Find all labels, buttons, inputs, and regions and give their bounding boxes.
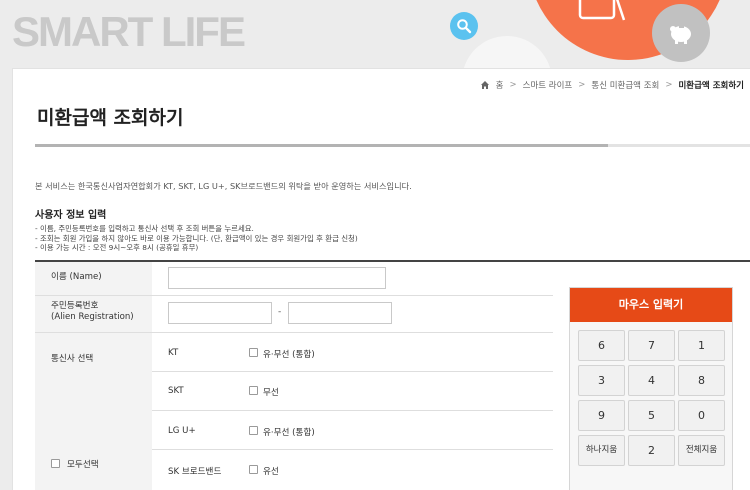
keypad-key[interactable]: 전체지움 (678, 435, 725, 466)
progress-fill (35, 144, 608, 147)
keypad-key[interactable]: 3 (578, 365, 625, 396)
note-line: - 이름, 주민등록번호를 입력하고 통신사 선택 후 조회 버튼을 누르세요. (35, 224, 254, 233)
breadcrumb-separator: > (578, 80, 586, 90)
keypad-key[interactable]: 6 (578, 330, 625, 361)
breadcrumb-separator: > (509, 80, 517, 90)
row-divider (152, 449, 553, 450)
page-title: 미환급액 조회하기 (37, 107, 184, 129)
keypad-key[interactable]: 5 (628, 400, 675, 431)
name-input[interactable] (168, 267, 386, 289)
kt-option-label[interactable]: 유·무선 (통합) (263, 348, 315, 360)
carrier-lgu: LG U+ (168, 426, 196, 436)
content-card: 홈 > 스마트 라이프 > 통신 미환급액 조회 > 미환급액 조회하기 미환급… (12, 68, 750, 490)
search-icon (457, 19, 472, 34)
sk-broadband-option-label[interactable]: 유선 (263, 465, 279, 477)
lgu-checkbox[interactable] (249, 426, 258, 435)
breadcrumb-refund-inquiry[interactable]: 통신 미환급액 조회 (591, 79, 659, 91)
usage-notes: - 이름, 주민등록번호를 입력하고 통신사 선택 후 조회 버튼을 누르세요.… (35, 224, 358, 253)
note-line: - 조회는 회원 가입을 하지 않아도 바로 이용 가능합니다. (단, 환급액… (35, 233, 358, 243)
note-line: - 이용 가능 시간 : 오전 9시~오후 8시 (공휴일 휴무) (35, 243, 199, 253)
rrn-front-input[interactable] (168, 302, 272, 324)
breadcrumb-current: 미환급액 조회하기 (678, 81, 744, 91)
service-intro: 본 서비스는 한국통신사업자연합회가 KT, SKT, LG U+, SK브로드… (35, 181, 412, 191)
keypad-key[interactable]: 7 (628, 330, 675, 361)
progress-track (35, 144, 750, 147)
lgu-option-label[interactable]: 유·무선 (통합) (263, 426, 315, 438)
sk-broadband-checkbox[interactable] (249, 465, 258, 474)
select-all-checkbox[interactable] (51, 459, 60, 468)
skt-option-label[interactable]: 무선 (263, 386, 279, 398)
rrn-back-input[interactable] (288, 302, 392, 324)
search-button[interactable] (450, 12, 478, 40)
rrn-label-sub: (Alien Registration) (51, 312, 134, 322)
keypad-key[interactable]: 0 (678, 400, 725, 431)
name-label: 이름 (Name) (51, 272, 102, 282)
keypad-key[interactable]: 하나지움 (578, 435, 625, 466)
piggy-bank-button[interactable] (652, 4, 710, 62)
carrier-sk-broadband: SK 브로드밴드 (168, 467, 222, 477)
select-all-label[interactable]: 모두선택 (67, 458, 99, 470)
brand-logo[interactable]: SMART LIFE (12, 8, 246, 56)
piggy-bank-icon (670, 26, 691, 44)
rrn-dash: - (278, 307, 282, 317)
row-divider (152, 410, 553, 411)
keypad-key[interactable]: 2 (628, 435, 675, 466)
row-divider (35, 295, 553, 296)
keypad-title: 마우스 입력기 (570, 288, 732, 322)
keypad-key[interactable]: 9 (578, 400, 625, 431)
tablet-icon (578, 0, 626, 21)
section-title: 사용자 정보 입력 (35, 210, 107, 221)
row-divider (35, 332, 553, 333)
breadcrumb-separator: > (665, 80, 673, 90)
skt-checkbox[interactable] (249, 386, 258, 395)
keypad-key[interactable]: 1 (678, 330, 725, 361)
home-icon[interactable] (480, 80, 490, 90)
decor-white-circle (462, 36, 552, 68)
row-divider (152, 371, 553, 372)
breadcrumb-home[interactable]: 홈 (496, 79, 504, 91)
form-label-column (35, 262, 152, 490)
header-banner: SMART LIFE (0, 0, 750, 68)
rrn-label: 주민등록번호 (Alien Registration) (51, 301, 134, 323)
keypad-key[interactable]: 4 (628, 365, 675, 396)
mouse-keypad: 마우스 입력기 6 7 1 3 4 8 9 5 0 하나지움 2 전체지움 (569, 287, 733, 490)
carrier-kt: KT (168, 348, 179, 358)
breadcrumb-smart-life[interactable]: 스마트 라이프 (523, 79, 573, 91)
keypad-key[interactable]: 8 (678, 365, 725, 396)
carrier-label: 통신사 선택 (51, 354, 94, 364)
rrn-label-main: 주민등록번호 (51, 301, 99, 311)
breadcrumb: 홈 > 스마트 라이프 > 통신 미환급액 조회 > 미환급액 조회하기 (480, 79, 744, 91)
carrier-skt: SKT (168, 386, 184, 396)
kt-checkbox[interactable] (249, 348, 258, 357)
